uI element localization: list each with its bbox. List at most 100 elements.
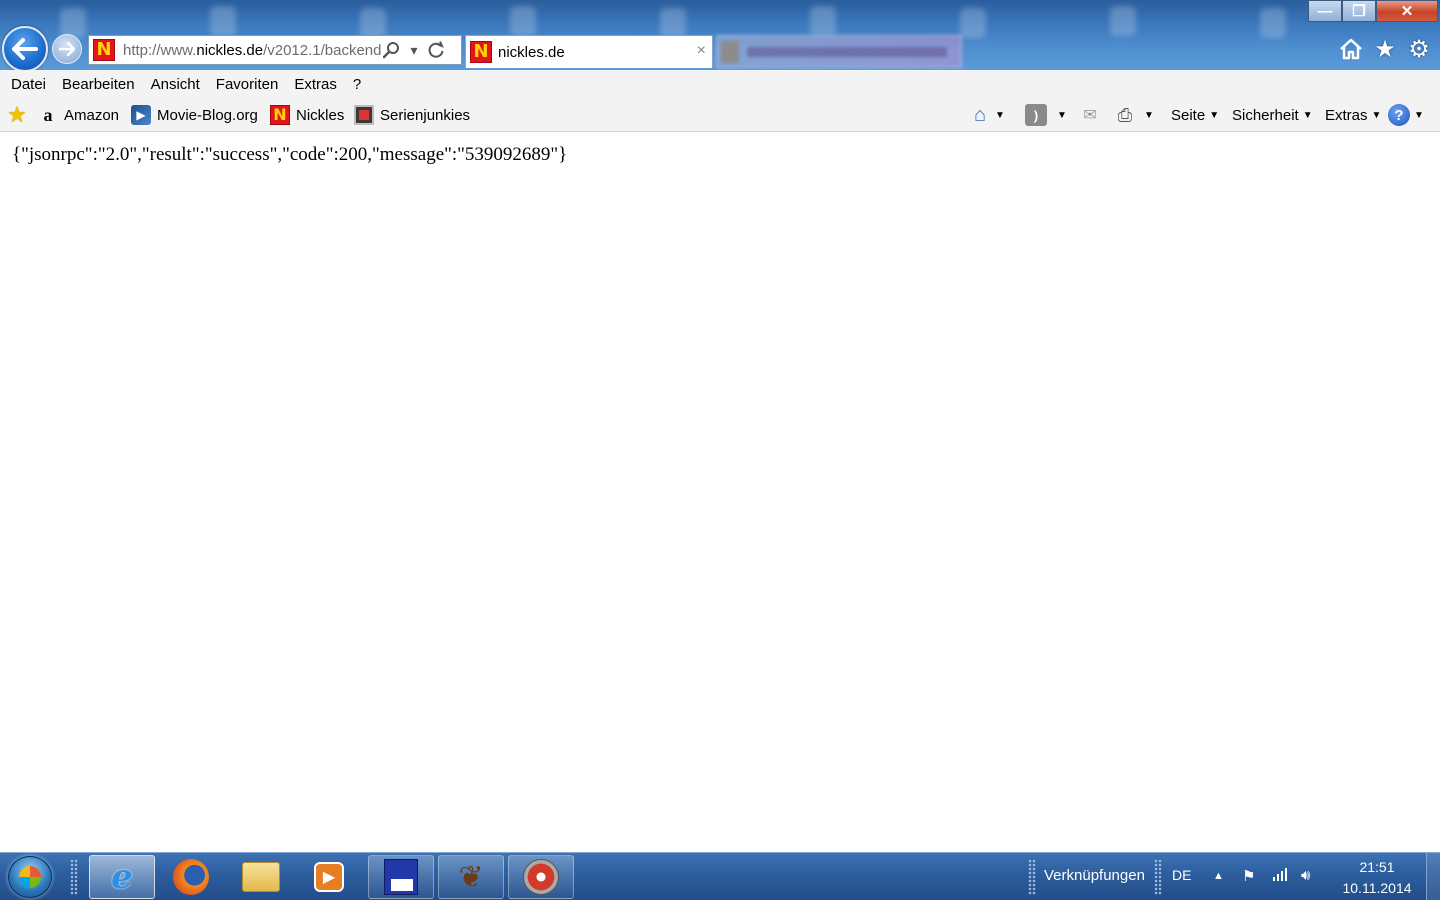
favorite-label: Serienjunkies — [380, 106, 471, 124]
menu-ansicht[interactable]: Ansicht — [143, 76, 208, 93]
chevron-down-icon: ▼ — [1371, 109, 1382, 121]
taskbar: e ▶ ❦ Verknüpfungen DE ▲ ⚑ 🔊︎ 21:51 10.1… — [0, 852, 1440, 900]
home-icon[interactable] — [1338, 35, 1364, 63]
favorite-label: Movie-Blog.org — [157, 106, 258, 124]
network-signal-icon[interactable] — [1272, 867, 1288, 885]
blurred-tab-title — [747, 47, 947, 57]
favorites-star-icon[interactable]: ★ — [1372, 35, 1398, 63]
back-button[interactable] — [2, 26, 48, 70]
menu-favoriten[interactable]: Favoriten — [208, 76, 287, 93]
taskbar-firefox[interactable] — [158, 855, 224, 899]
url-path: /v2012.1/backend — [263, 41, 381, 59]
firefox-icon — [173, 859, 209, 895]
glass-reflection — [510, 6, 536, 36]
chevron-down-icon[interactable]: ▼ — [1057, 110, 1067, 121]
page-content: {"jsonrpc":"2.0","result":"success","cod… — [0, 133, 1440, 852]
json-response-text: {"jsonrpc":"2.0","result":"success","cod… — [12, 144, 568, 165]
taskbar-media-player[interactable]: ▶ — [296, 855, 362, 899]
volume-icon[interactable]: 🔊︎ — [1301, 867, 1310, 884]
dropdown-arrow-icon[interactable]: ▾ — [403, 39, 425, 61]
url-prefix: http://www. — [123, 41, 197, 59]
page-menu-button[interactable]: Seite ▼ — [1171, 102, 1219, 128]
chevron-down-icon[interactable]: ▼ — [1144, 110, 1154, 121]
back-arrow-icon — [12, 38, 38, 60]
home-button[interactable]: ⌂ ▼ — [969, 102, 1005, 128]
taskbar-save-tool[interactable] — [368, 855, 434, 899]
close-button[interactable]: ✕ — [1376, 0, 1438, 22]
amazon-icon: a — [43, 104, 53, 125]
show-hidden-icons-icon[interactable]: ▲ — [1213, 870, 1224, 882]
forward-button[interactable] — [52, 34, 82, 64]
url-field[interactable]: http://www.nickles.de/v2012.1/backend — [123, 42, 381, 59]
chevron-down-icon[interactable]: ▼ — [995, 110, 1005, 121]
security-menu-button[interactable]: Sicherheit ▼ — [1232, 102, 1313, 128]
taskbar-internet-explorer[interactable]: e — [89, 855, 155, 899]
taskbar-tree-app[interactable]: ❦ — [438, 855, 504, 899]
menu-bar: Datei Bearbeiten Ansicht Favoriten Extra… — [0, 70, 1440, 98]
windows-logo-icon — [19, 866, 41, 888]
taskbar-explorer[interactable] — [228, 855, 294, 899]
menu-bearbeiten[interactable]: Bearbeiten — [54, 76, 143, 93]
help-icon: ? — [1388, 104, 1410, 126]
close-tab-icon[interactable]: × — [697, 42, 706, 60]
chevron-down-icon: ▼ — [1414, 109, 1424, 121]
glass-reflection — [360, 8, 386, 38]
help-button[interactable]: ? ▼ — [1388, 102, 1424, 128]
settings-gear-icon[interactable]: ⚙ — [1406, 35, 1432, 63]
glass-reflection — [660, 8, 686, 38]
favorite-movie-blog[interactable]: ▶ Movie-Blog.org — [131, 102, 258, 128]
action-center-flag-icon[interactable]: ⚑ — [1242, 867, 1255, 885]
url-domain: nickles.de — [196, 41, 264, 59]
printer-icon: ⎙ — [1117, 104, 1133, 125]
taskbar-grip[interactable] — [70, 859, 78, 895]
internet-explorer-icon: e — [111, 857, 133, 897]
show-desktop-button[interactable] — [1426, 853, 1440, 900]
read-mail-button[interactable]: ✉ — [1079, 102, 1101, 128]
floppy-disk-icon — [384, 859, 418, 895]
favorite-amazon[interactable]: a Amazon — [38, 102, 120, 128]
language-indicator[interactable]: DE — [1172, 867, 1191, 883]
address-bar[interactable]: N http://www.nickles.de/v2012.1/backend … — [88, 35, 462, 65]
add-favorites-button[interactable]: ★ — [7, 102, 33, 128]
start-button[interactable] — [8, 856, 52, 898]
toolbar-grip[interactable] — [1154, 859, 1162, 895]
clock-time[interactable]: 21:51 — [1340, 859, 1414, 875]
nickles-tab-icon: N — [470, 41, 492, 63]
blurred-tab-icon — [721, 41, 739, 63]
favorite-label: Nickles — [296, 106, 345, 124]
links-toolbar[interactable]: Verknüpfungen — [1044, 867, 1145, 884]
feeds-button[interactable]: ) ▼ — [1025, 102, 1067, 128]
serienjunkies-icon — [354, 105, 374, 125]
menu-datei[interactable]: Datei — [3, 76, 54, 93]
search-icon[interactable] — [381, 39, 403, 61]
glass-reflection — [960, 8, 986, 38]
favorites-add-star-icon: ★ — [7, 102, 27, 127]
rss-feed-icon: ) — [1025, 104, 1047, 126]
cd-burner-icon — [523, 859, 559, 895]
menu-extras[interactable]: Extras — [286, 76, 345, 93]
movie-blog-icon: ▶ — [131, 105, 151, 125]
clock-date[interactable]: 10.11.2014 — [1340, 880, 1414, 896]
tab-title: nickles.de — [498, 43, 565, 61]
refresh-icon[interactable] — [425, 39, 447, 61]
taskbar-cd-burner[interactable] — [508, 855, 574, 899]
media-player-icon: ▶ — [314, 862, 344, 892]
favorite-nickles[interactable]: N Nickles — [270, 102, 344, 128]
glass-reflection — [1110, 6, 1136, 36]
page-menu-label: Seite — [1171, 106, 1206, 124]
favorites-bar: ★ a Amazon ▶ Movie-Blog.org N Nickles Se… — [0, 98, 1440, 132]
maximize-button[interactable]: ❐ — [1342, 0, 1376, 22]
favorite-serienjunkies[interactable]: Serienjunkies — [354, 102, 470, 128]
tools-menu-button[interactable]: Extras ▼ — [1325, 102, 1381, 128]
chevron-down-icon: ▼ — [1302, 109, 1313, 121]
menu-help[interactable]: ? — [345, 76, 369, 93]
toolbar-grip[interactable] — [1028, 859, 1036, 895]
tab-blurred[interactable] — [716, 35, 962, 68]
print-button[interactable]: ⎙ ▼ — [1114, 102, 1154, 128]
tools-menu-label: Extras — [1325, 106, 1368, 124]
minimize-button[interactable]: — — [1308, 0, 1342, 22]
tab-nickles[interactable]: N nickles.de × — [465, 35, 713, 68]
glass-reflection — [210, 6, 236, 36]
browser-title-bar: N http://www.nickles.de/v2012.1/backend … — [0, 0, 1440, 70]
security-menu-label: Sicherheit — [1232, 106, 1299, 124]
